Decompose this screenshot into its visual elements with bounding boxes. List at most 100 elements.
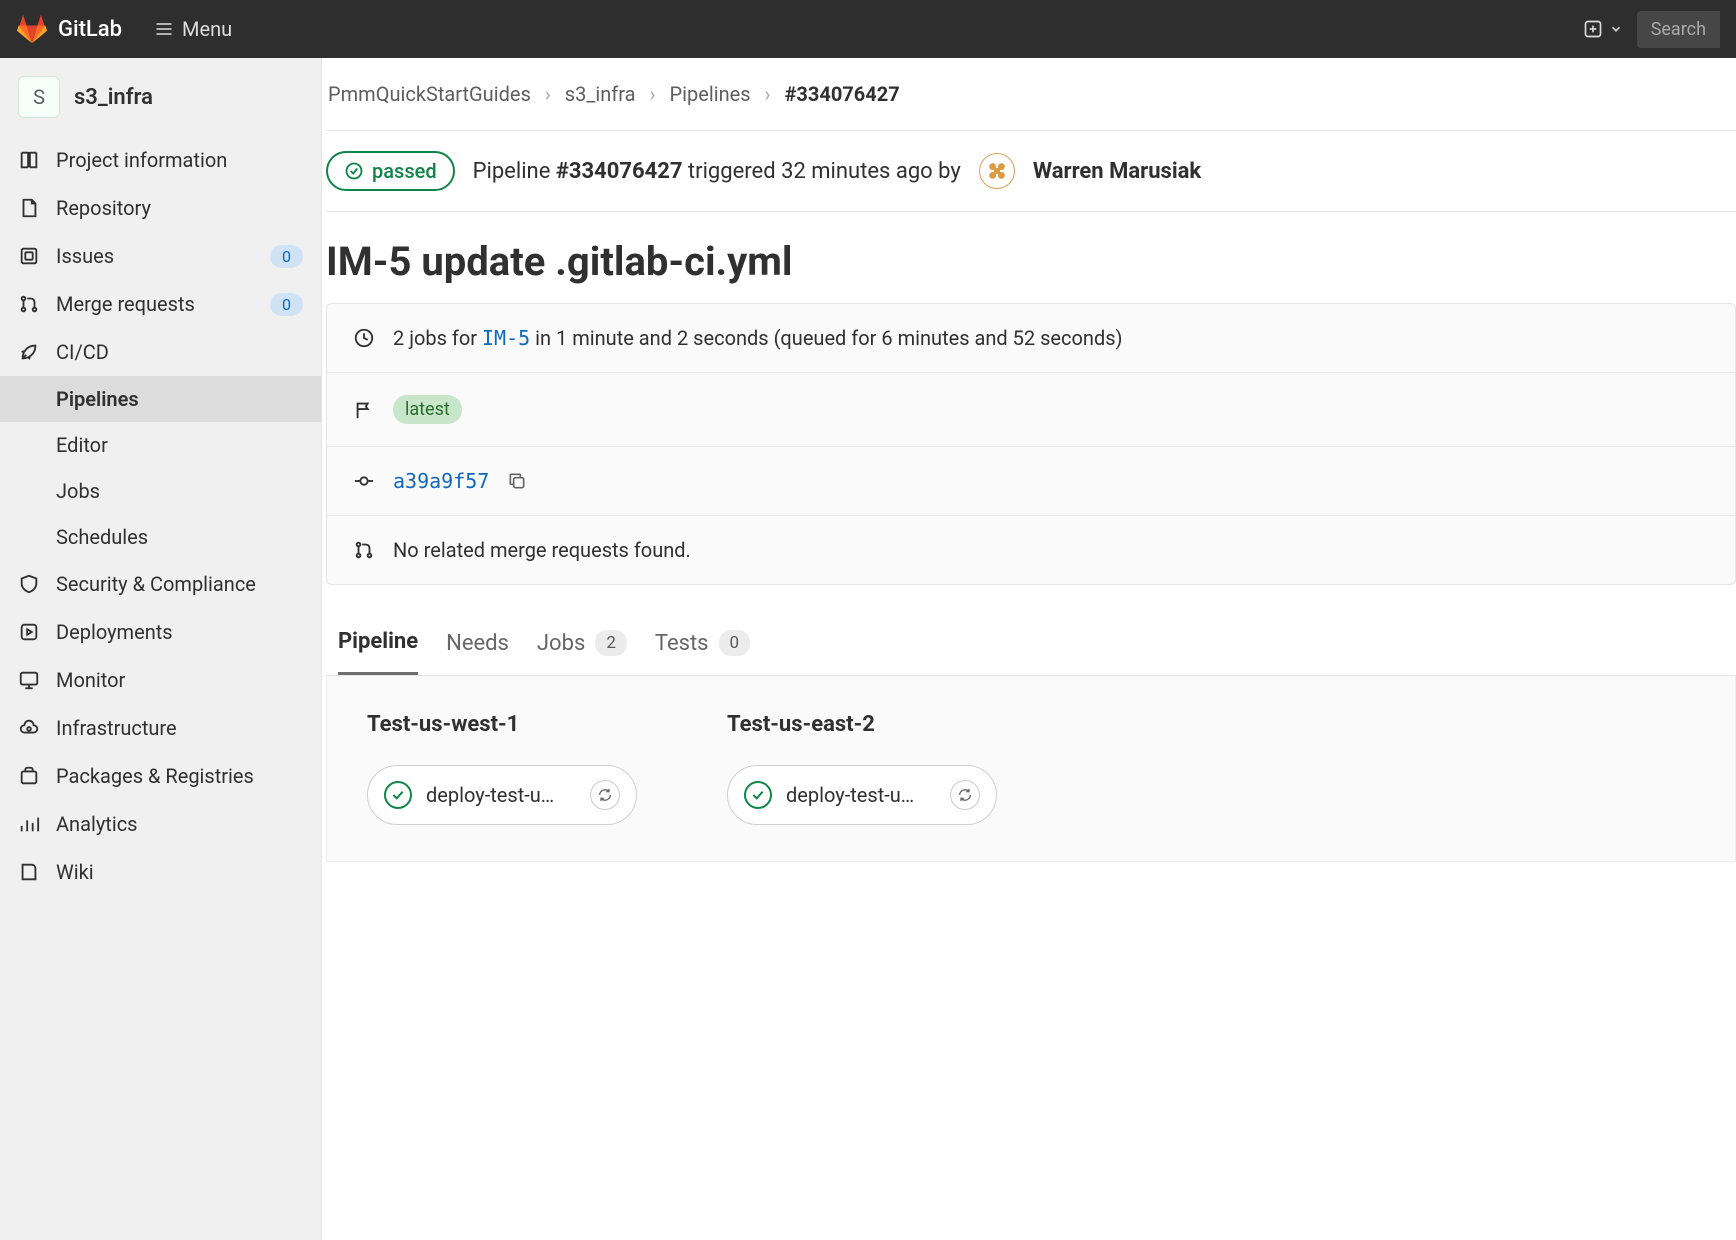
sidebar-label: Infrastructure: [56, 716, 177, 740]
detail-flag-row: latest: [327, 373, 1735, 447]
commit-icon: [353, 470, 375, 492]
detail-mr-row: No related merge requests found.: [327, 516, 1735, 584]
job-status-icon: [744, 781, 772, 809]
search-input[interactable]: Search: [1637, 11, 1720, 48]
book-icon: [18, 149, 40, 171]
plus-icon: [1583, 19, 1603, 39]
pipeline-trigger-text: Pipeline #334076427 triggered 32 minutes…: [473, 159, 961, 184]
sidebar-label: Wiki: [56, 860, 94, 884]
retry-button[interactable]: [590, 780, 620, 810]
create-dropdown[interactable]: [1583, 19, 1623, 39]
retry-button[interactable]: [950, 780, 980, 810]
issues-icon: [18, 245, 40, 267]
check-circle-icon: [344, 161, 364, 181]
file-icon: [18, 197, 40, 219]
sidebar-item-analytics[interactable]: Analytics: [0, 800, 321, 848]
logo[interactable]: GitLab: [16, 13, 122, 45]
menu-button[interactable]: Menu: [154, 17, 232, 41]
job-name: deploy-test-u…: [786, 783, 936, 807]
breadcrumb-item[interactable]: Pipelines: [670, 82, 751, 106]
shield-icon: [18, 573, 40, 595]
tab-pipeline[interactable]: Pipeline: [338, 629, 418, 675]
sidebar-item-cicd[interactable]: CI/CD: [0, 328, 321, 376]
tab-needs[interactable]: Needs: [446, 629, 509, 675]
tab-tests[interactable]: Tests0: [655, 629, 750, 675]
cloud-gear-icon: [18, 717, 40, 739]
sidebar-sub-pipelines[interactable]: Pipelines: [0, 376, 321, 422]
retry-icon: [957, 787, 973, 803]
sidebar-item-merge-requests[interactable]: Merge requests 0: [0, 280, 321, 328]
status-badge[interactable]: passed: [326, 151, 455, 191]
sidebar-label: Merge requests: [56, 292, 195, 316]
status-text: passed: [372, 159, 437, 183]
hamburger-icon: [154, 19, 174, 39]
sidebar-item-security[interactable]: Security & Compliance: [0, 560, 321, 608]
analytics-icon: [18, 813, 40, 835]
pipeline-details-box: 2 jobs for IM-5 in 1 minute and 2 second…: [326, 303, 1736, 585]
sidebar-label: Security & Compliance: [56, 572, 256, 596]
sidebar-label: Monitor: [56, 668, 125, 692]
sidebar-sub-schedules[interactable]: Schedules: [0, 514, 321, 560]
sidebar-item-packages[interactable]: Packages & Registries: [0, 752, 321, 800]
sidebar-item-issues[interactable]: Issues 0: [0, 232, 321, 280]
retry-icon: [597, 787, 613, 803]
copy-icon[interactable]: [507, 471, 527, 491]
deploy-icon: [18, 621, 40, 643]
chevron-down-icon: [1609, 22, 1623, 36]
sidebar-item-wiki[interactable]: Wiki: [0, 848, 321, 896]
user-avatar[interactable]: [979, 153, 1015, 189]
sidebar-item-monitor[interactable]: Monitor: [0, 656, 321, 704]
main-content: PmmQuickStartGuides › s3_infra › Pipelin…: [322, 58, 1736, 1240]
breadcrumb: PmmQuickStartGuides › s3_infra › Pipelin…: [328, 82, 1736, 130]
breadcrumb-separator: ›: [650, 82, 656, 106]
breadcrumb-current: #334076427: [785, 82, 900, 106]
stage-name: Test-us-west-1: [367, 712, 637, 737]
sidebar-label: Deployments: [56, 620, 173, 644]
job-pill[interactable]: deploy-test-u…: [367, 765, 637, 825]
jobs-summary: 2 jobs for IM-5 in 1 minute and 2 second…: [393, 326, 1123, 350]
commit-sha-link[interactable]: a39a9f57: [393, 469, 489, 493]
mr-text: No related merge requests found.: [393, 538, 691, 562]
sidebar-sub-editor[interactable]: Editor: [0, 422, 321, 468]
tabs: Pipeline Needs Jobs2 Tests0: [326, 585, 1736, 676]
monitor-icon: [18, 669, 40, 691]
stage: Test-us-west-1 deploy-test-u…: [367, 712, 637, 825]
sidebar-label: Project information: [56, 148, 227, 172]
sidebar-item-project-info[interactable]: Project information: [0, 136, 321, 184]
pipeline-header: passed Pipeline #334076427 triggered 32 …: [326, 130, 1736, 212]
project-header[interactable]: S s3_infra: [0, 66, 321, 136]
sidebar-label: Analytics: [56, 812, 138, 836]
detail-commit-row: a39a9f57: [327, 447, 1735, 516]
breadcrumb-separator: ›: [765, 82, 771, 106]
sidebar: S s3_infra Project information Repositor…: [0, 58, 322, 1240]
breadcrumb-item[interactable]: s3_infra: [565, 82, 636, 106]
sidebar-label: Repository: [56, 196, 151, 220]
brand-text: GitLab: [58, 17, 122, 42]
job-pill[interactable]: deploy-test-u…: [727, 765, 997, 825]
mr-count-badge: 0: [270, 293, 303, 316]
job-status-icon: [384, 781, 412, 809]
clock-icon: [353, 327, 375, 349]
sidebar-item-repository[interactable]: Repository: [0, 184, 321, 232]
tab-jobs[interactable]: Jobs2: [537, 629, 627, 675]
sidebar-sub-jobs[interactable]: Jobs: [0, 468, 321, 514]
jobs-count-badge: 2: [595, 630, 627, 656]
pipeline-graph: Test-us-west-1 deploy-test-u… Test-us-ea…: [326, 676, 1736, 862]
sidebar-label: Issues: [56, 244, 114, 268]
issues-count-badge: 0: [270, 245, 303, 268]
breadcrumb-item[interactable]: PmmQuickStartGuides: [328, 82, 531, 106]
project-avatar: S: [18, 76, 60, 118]
stage: Test-us-east-2 deploy-test-u…: [727, 712, 997, 825]
user-name[interactable]: Warren Marusiak: [1033, 159, 1201, 184]
sidebar-label: CI/CD: [56, 340, 109, 364]
breadcrumb-separator: ›: [545, 82, 551, 106]
sidebar-item-infrastructure[interactable]: Infrastructure: [0, 704, 321, 752]
tests-count-badge: 0: [719, 630, 751, 656]
branch-link[interactable]: IM-5: [482, 326, 530, 350]
sidebar-label: Packages & Registries: [56, 764, 254, 788]
flag-icon: [353, 399, 375, 421]
menu-label: Menu: [182, 17, 232, 41]
sidebar-item-deployments[interactable]: Deployments: [0, 608, 321, 656]
package-icon: [18, 765, 40, 787]
rocket-icon: [18, 341, 40, 363]
